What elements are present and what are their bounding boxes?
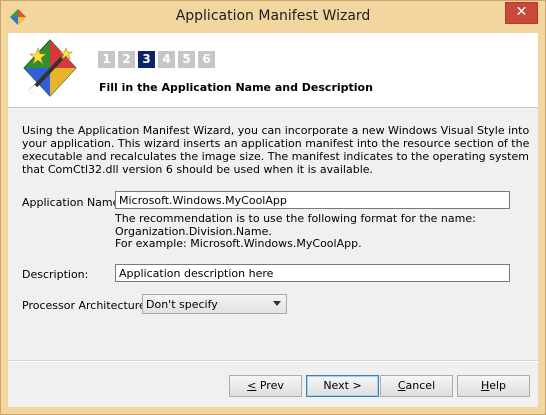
help-label: elp [489,379,507,392]
prev-label: Prev [256,379,284,392]
wizard-wand-icon [23,39,77,97]
step-4: 4 [158,51,175,68]
prev-button[interactable]: < Prev [229,375,302,397]
processor-architecture-value: Don't specify [146,298,218,311]
chevron-down-icon [273,301,281,306]
step-1: 1 [98,51,115,68]
description-label: Description: [22,268,89,281]
cancel-mnemonic: C [397,379,406,392]
button-separator [8,360,538,362]
cancel-button[interactable]: Cancel [380,375,453,397]
app-name-input[interactable]: Microsoft.Windows.MyCoolApp [115,191,510,209]
next-button[interactable]: Next > [306,375,379,397]
app-name-label: Application Name: [22,196,124,209]
wizard-client-area: 1 2 3 4 5 6 Fill in the Application Name… [8,33,538,407]
wizard-window: Application Manifest Wizard ✕ 1 2 3 4 5 … [0,0,546,415]
processor-architecture-label: Processor Architecture: [22,299,150,312]
close-icon: ✕ [515,4,528,20]
cancel-label: ancel [405,379,436,392]
close-button[interactable]: ✕ [505,2,538,24]
hint-line: For example: Microsoft.Windows.MyCoolApp… [115,237,362,250]
step-5: 5 [178,51,195,68]
intro-text: Using the Application Manifest Wizard, y… [22,124,530,176]
help-button[interactable]: Help [457,375,530,397]
app-name-hint: The recommendation is to use the followi… [115,212,476,251]
help-mnemonic: H [480,379,490,392]
description-input[interactable]: Application description here [115,264,510,282]
wizard-header: 1 2 3 4 5 6 Fill in the Application Name… [8,33,538,108]
hint-line: The recommendation is to use the followi… [115,212,476,225]
processor-architecture-select[interactable]: Don't specify [142,294,287,314]
page-title: Fill in the Application Name and Descrip… [99,81,373,94]
step-3-active: 3 [138,51,155,68]
title-bar[interactable]: Application Manifest Wizard ✕ [1,1,545,33]
step-6: 6 [198,51,215,68]
prev-mnemonic: < [247,379,257,392]
window-title: Application Manifest Wizard [175,8,371,24]
step-2: 2 [118,51,135,68]
